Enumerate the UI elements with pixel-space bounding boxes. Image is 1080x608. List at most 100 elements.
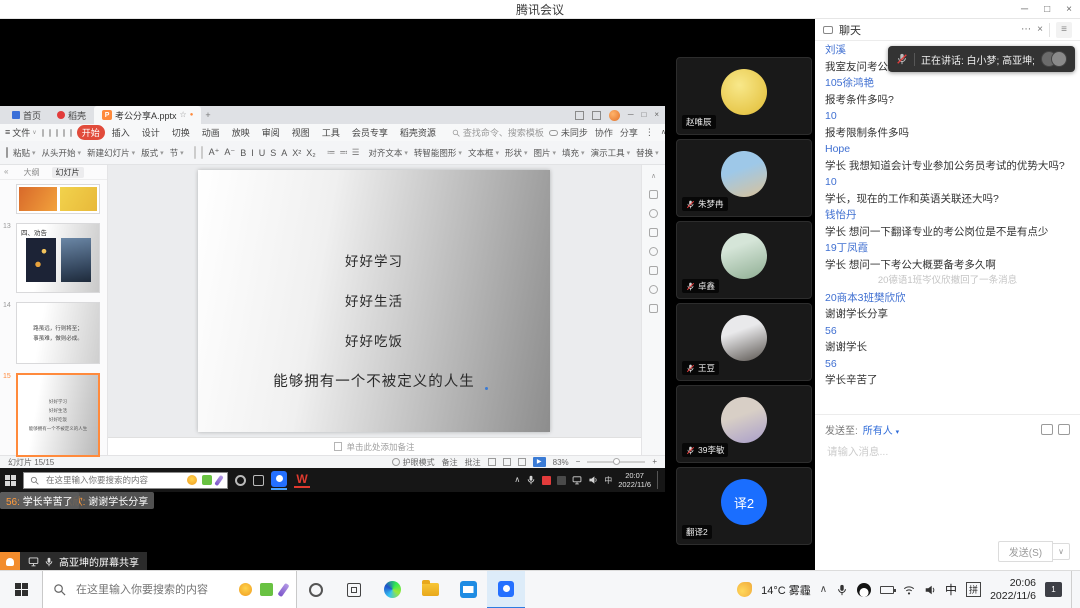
new-tab-button[interactable] bbox=[205, 111, 210, 120]
ribbon-button[interactable]: 替换 bbox=[636, 147, 659, 159]
weather-icon[interactable] bbox=[737, 582, 752, 597]
wps-menu-tab[interactable]: 放映 bbox=[227, 125, 255, 140]
participant-tile[interactable]: 王豆 bbox=[676, 303, 812, 381]
more-menu-icon[interactable] bbox=[645, 128, 654, 137]
maximize-button[interactable] bbox=[1044, 5, 1050, 15]
start-button[interactable] bbox=[5, 475, 16, 486]
weather-widget[interactable]: 14°C 雾霾 bbox=[761, 582, 811, 598]
cortana-button[interactable] bbox=[235, 475, 246, 486]
collaborate-button[interactable]: 协作 bbox=[595, 126, 613, 139]
action-center-button[interactable]: 1 bbox=[1045, 582, 1062, 597]
task-view-button[interactable] bbox=[253, 475, 264, 486]
tab-outline[interactable]: 大纲 bbox=[24, 167, 40, 178]
sync-status[interactable]: 未同步 bbox=[549, 126, 588, 139]
ime-mode-indicator[interactable]: 拼 bbox=[966, 582, 981, 597]
task-view-button[interactable] bbox=[335, 571, 373, 608]
collapse-ribbon-icon[interactable] bbox=[661, 129, 665, 136]
slide-thumb-13[interactable]: 四、劝告 bbox=[16, 223, 100, 293]
sorter-view-icon[interactable] bbox=[503, 458, 511, 466]
window-grid-icon[interactable] bbox=[592, 111, 601, 120]
settings-icon[interactable] bbox=[649, 209, 658, 218]
preview-icon[interactable] bbox=[56, 129, 58, 137]
slide-thumb-12[interactable] bbox=[16, 184, 100, 214]
chat-history-icon[interactable] bbox=[1041, 424, 1053, 435]
format-button[interactable]: I bbox=[250, 148, 255, 158]
file-explorer-button[interactable] bbox=[411, 571, 449, 608]
share-button[interactable]: 分享 bbox=[620, 126, 638, 139]
wifi-icon[interactable] bbox=[903, 584, 915, 596]
camera-icon[interactable] bbox=[557, 476, 566, 485]
properties-icon[interactable] bbox=[649, 190, 658, 199]
reading-view-icon[interactable] bbox=[518, 458, 526, 466]
notes-toggle[interactable]: 备注 bbox=[442, 457, 458, 468]
slide-thumb-15-selected[interactable]: 好好学习 好好生活 好好吃饭 能够拥有一个不被定义的人生 bbox=[16, 373, 100, 457]
resource-icon[interactable] bbox=[649, 266, 658, 275]
participant-tile[interactable]: 卓鑫 bbox=[676, 221, 812, 299]
chat-more-button[interactable] bbox=[1021, 25, 1031, 35]
bookmark-icon[interactable] bbox=[649, 304, 658, 313]
wps-home-tab[interactable]: 首页 bbox=[4, 106, 49, 124]
comment-pane-icon[interactable] bbox=[649, 285, 658, 294]
wps-menu-tab[interactable]: 动画 bbox=[197, 125, 225, 140]
print-icon[interactable] bbox=[49, 129, 51, 137]
chat-close-button[interactable] bbox=[1037, 25, 1043, 35]
wps-menu-tab[interactable]: 稻壳资源 bbox=[395, 125, 441, 140]
align-icon[interactable]: ☰ bbox=[352, 147, 359, 158]
format-button[interactable]: B bbox=[239, 148, 247, 158]
ime-indicator[interactable]: 中 bbox=[604, 475, 612, 486]
wps-menu-tab[interactable]: 设计 bbox=[137, 125, 165, 140]
play-slideshow-button[interactable] bbox=[533, 457, 546, 467]
start-button[interactable] bbox=[0, 571, 42, 608]
format-button[interactable]: U bbox=[258, 148, 267, 158]
format-button[interactable]: X₂ bbox=[305, 148, 317, 158]
tray-expand-icon[interactable] bbox=[514, 476, 520, 484]
ribbon-button[interactable]: 图片 bbox=[534, 147, 557, 159]
ribbon-button[interactable]: 填充 bbox=[562, 147, 585, 159]
wps-menu-tab[interactable]: 切换 bbox=[167, 125, 195, 140]
undo-icon[interactable] bbox=[63, 129, 65, 137]
format-button[interactable]: A⁻ bbox=[223, 147, 236, 158]
collapse-panel-icon[interactable] bbox=[4, 168, 8, 176]
mail-button[interactable] bbox=[449, 571, 487, 608]
clock[interactable]: 20:06 2022/11/6 bbox=[990, 577, 1036, 603]
meeting-app-button[interactable] bbox=[487, 571, 525, 608]
wps-close-button[interactable] bbox=[654, 111, 659, 119]
ribbon-button[interactable]: 粘贴 bbox=[13, 147, 36, 159]
ribbon-button[interactable]: 从头开始 bbox=[42, 147, 82, 159]
shared-clock[interactable]: 20:07 2022/11/6 bbox=[618, 471, 651, 489]
comments-toggle[interactable]: 批注 bbox=[465, 457, 481, 468]
numbered-list-icon[interactable]: ≕ bbox=[339, 147, 347, 158]
mic-icon[interactable] bbox=[836, 584, 848, 596]
format-button[interactable]: A⁺ bbox=[208, 147, 221, 158]
wps-app-button[interactable]: W bbox=[294, 473, 310, 488]
tray-expand-icon[interactable] bbox=[820, 585, 827, 595]
save-icon[interactable] bbox=[42, 129, 44, 137]
participant-tile[interactable]: 赵唯辰 bbox=[676, 57, 812, 135]
taskbar-search-input[interactable] bbox=[74, 583, 231, 597]
wps-maximize-button[interactable] bbox=[641, 111, 646, 119]
cortana-button[interactable] bbox=[297, 571, 335, 608]
scroll-up-icon[interactable] bbox=[651, 173, 656, 180]
font-family-select[interactable] bbox=[194, 146, 196, 159]
slide-thumb-14[interactable]: 路虽远，行则将至； 事虽难，做则必成。 bbox=[16, 302, 100, 364]
eye-protect-toggle[interactable]: 护眼模式 bbox=[392, 457, 435, 468]
shared-search-box[interactable] bbox=[23, 472, 228, 489]
wps-menu-tab[interactable]: 视图 bbox=[287, 125, 315, 140]
format-button[interactable]: S bbox=[269, 148, 277, 158]
show-desktop-button[interactable] bbox=[1071, 571, 1076, 608]
ribbon-button[interactable]: 版式 bbox=[141, 147, 164, 159]
wps-account-avatar[interactable] bbox=[609, 110, 620, 121]
favorite-icon[interactable] bbox=[180, 111, 187, 119]
animation-pane-icon[interactable] bbox=[649, 228, 658, 237]
zoom-out-icon[interactable] bbox=[576, 458, 581, 466]
show-desktop-button[interactable] bbox=[657, 471, 660, 489]
wps-menu-tab[interactable]: 插入 bbox=[107, 125, 135, 140]
help-icon[interactable] bbox=[649, 247, 658, 256]
speaker-icon[interactable] bbox=[924, 584, 936, 596]
ribbon-button[interactable]: 对齐文本 bbox=[368, 147, 408, 159]
mic-icon[interactable] bbox=[526, 475, 536, 485]
chat-message-list[interactable]: 刘溪 我室友问考公是 105徐鸿艳 报考条件多吗? 10 报考限制条件多吗 Ho… bbox=[815, 41, 1080, 414]
participant-tile[interactable]: 朱梦冉 bbox=[676, 139, 812, 217]
ribbon-button[interactable]: 形状 bbox=[505, 147, 528, 159]
minimize-button[interactable] bbox=[1021, 5, 1028, 15]
